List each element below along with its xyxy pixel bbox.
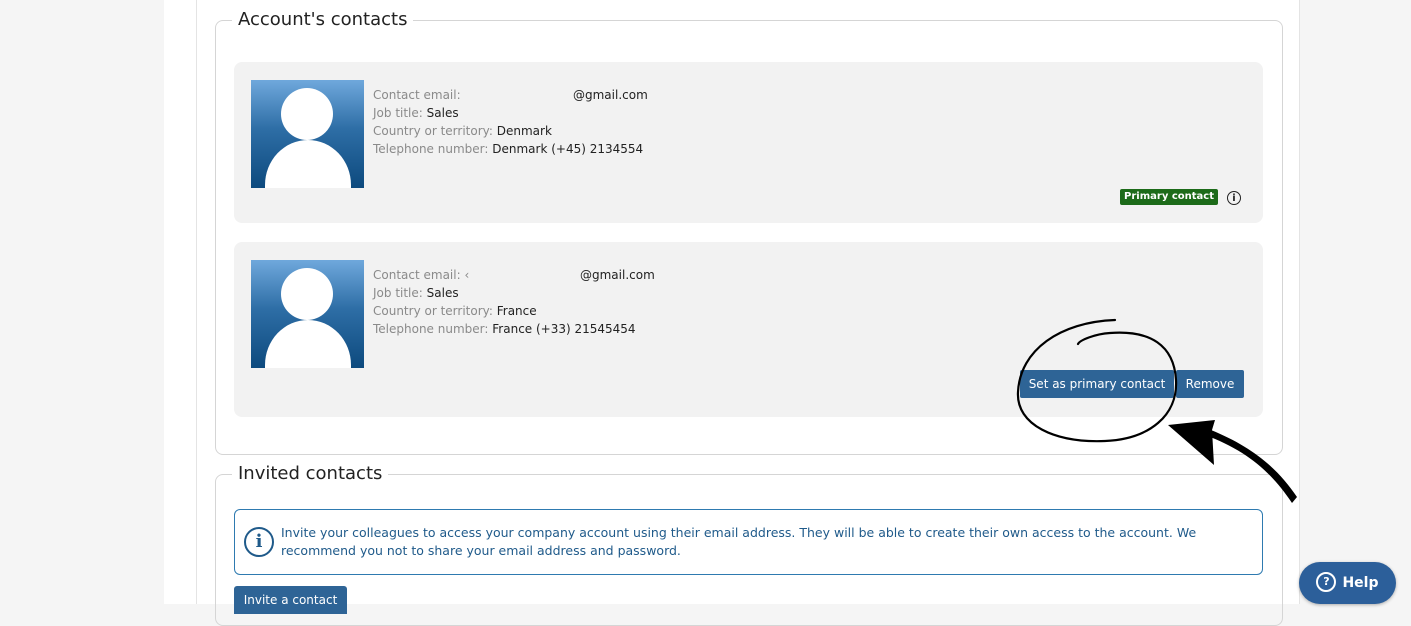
invite-notice-text: Invite your colleagues to access your co… (281, 525, 1197, 558)
avatar (251, 260, 364, 368)
country-value: France (496, 304, 537, 318)
email-value: @gmail.com (573, 88, 648, 102)
info-circle-icon[interactable]: i (1227, 191, 1241, 205)
content-border-right (1299, 0, 1300, 604)
phone-label: Telephone number: (373, 142, 489, 156)
question-icon: ? (1316, 571, 1337, 592)
email-label: Contact email: (373, 88, 461, 102)
country-label: Country or territory: (373, 124, 493, 138)
contact-details: Contact email: @gmail.com Job title: Sale… (373, 86, 648, 158)
avatar (251, 80, 364, 188)
job-label: Job title: (373, 286, 423, 300)
remove-contact-button[interactable]: Remove (1176, 370, 1244, 398)
email-value: @gmail.com (580, 268, 655, 282)
phone-label: Telephone number: (373, 322, 489, 336)
email-label: Contact email: ‹ (373, 268, 470, 282)
contact-card: Contact email: @gmail.com Job title: Sale… (234, 62, 1263, 223)
invite-contact-button[interactable]: Invite a contact (234, 586, 347, 614)
help-button[interactable]: ? Help (1299, 562, 1396, 604)
job-label: Job title: (373, 106, 423, 120)
job-value: Sales (426, 106, 459, 120)
job-value: Sales (426, 286, 459, 300)
invite-info-notice: i Invite your colleagues to access your … (234, 509, 1263, 575)
country-value: Denmark (496, 124, 552, 138)
country-label: Country or territory: (373, 304, 493, 318)
set-primary-contact-button[interactable]: Set as primary contact (1020, 370, 1174, 398)
info-icon: i (244, 527, 274, 557)
phone-value: France (+33) 21545454 (492, 322, 636, 336)
section-title-accounts-contacts: Account's contacts (238, 9, 408, 30)
section-title-invited-contacts: Invited contacts (238, 463, 383, 484)
phone-value: Denmark (+45) 2134554 (492, 142, 644, 156)
primary-contact-badge: Primary contact (1120, 189, 1218, 205)
contact-details: Contact email: ‹ @gmail.com Job title: Sa… (373, 266, 655, 338)
help-label: Help (1342, 575, 1379, 591)
content-border-left (196, 0, 197, 604)
